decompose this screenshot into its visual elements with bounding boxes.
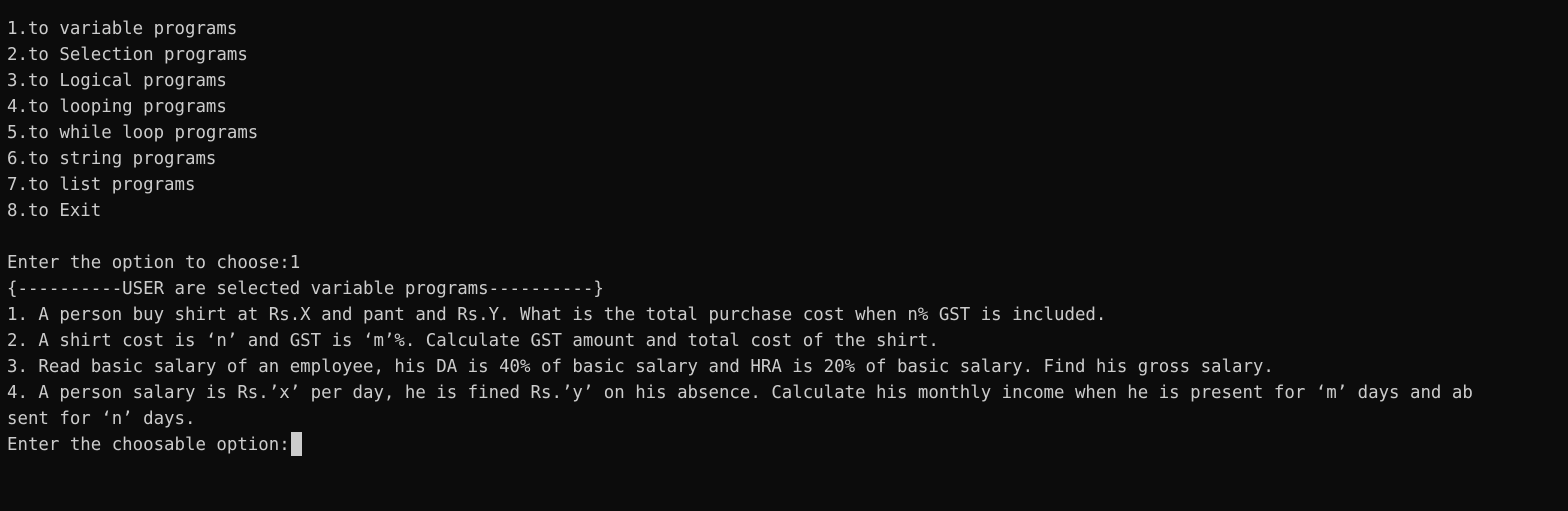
menu-item-logical: 3.to Logical programs [7, 71, 227, 91]
program-line-3: 3. Read basic salary of an employee, his… [7, 357, 1274, 377]
console-window[interactable]: 1.to variable programs 2.to Selection pr… [0, 0, 1568, 511]
choose-option-prompt: Enter the option to choose:1 [7, 253, 301, 273]
program-line-2: 2. A shirt cost is ‘n’ and GST is ‘m’%. … [7, 331, 939, 351]
selected-banner: {----------USER are selected variable pr… [7, 279, 604, 299]
menu-item-selection: 2.to Selection programs [7, 45, 248, 65]
menu-item-while-loop: 5.to while loop programs [7, 123, 259, 143]
program-line-4-wrap: sent for ‘n’ days. [7, 409, 196, 429]
program-line-1: 1. A person buy shirt at Rs.X and pant a… [7, 305, 1107, 325]
input-line[interactable]: Enter the choosable option: [7, 432, 1568, 458]
menu-item-exit: 8.to Exit [7, 201, 102, 221]
menu-item-variable: 1.to variable programs [7, 19, 238, 39]
choosable-option-prompt: Enter the choosable option: [7, 435, 290, 455]
menu-item-list: 7.to list programs [7, 175, 196, 195]
menu-item-string: 6.to string programs [7, 149, 217, 169]
text-cursor[interactable] [290, 432, 302, 456]
program-line-4: 4. A person salary is Rs.’x’ per day, he… [7, 383, 1473, 403]
menu-item-looping: 4.to looping programs [7, 97, 227, 117]
